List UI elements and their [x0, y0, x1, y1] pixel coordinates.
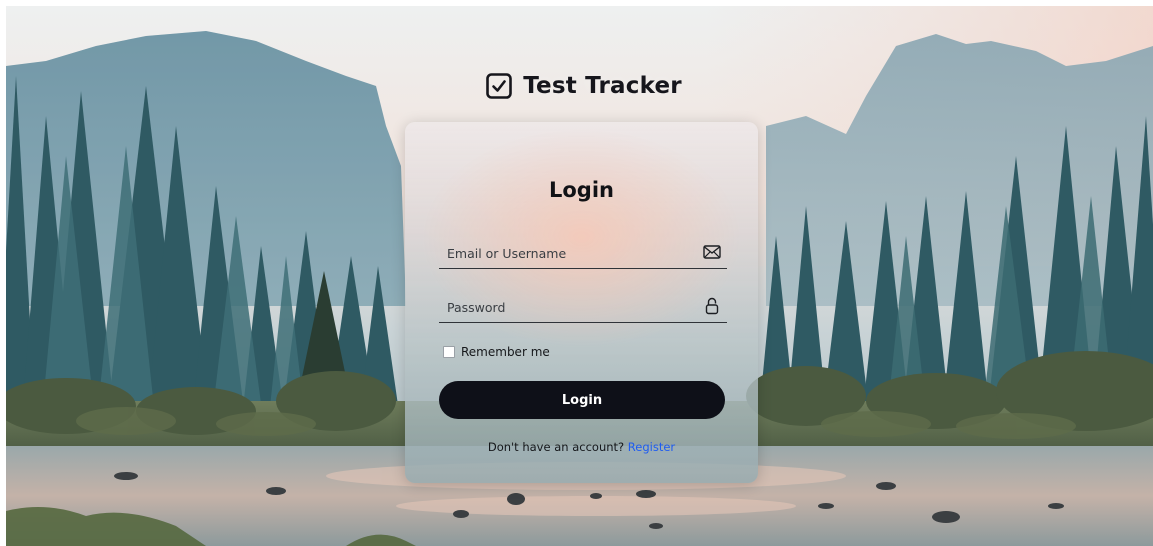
- brand-header: Test Tracker: [10, 72, 1153, 100]
- remember-me-label[interactable]: Remember me: [461, 345, 550, 359]
- login-title: Login: [549, 178, 614, 202]
- checkbox-check-icon: [485, 72, 513, 100]
- register-prompt-line: Don't have an account? Register: [405, 440, 758, 454]
- envelope-icon: [703, 243, 721, 261]
- login-page: Test Tracker Login Email or Username Rem…: [6, 6, 1153, 546]
- register-link[interactable]: Register: [628, 440, 675, 454]
- register-prompt-text: Don't have an account?: [487, 440, 625, 454]
- email-field: [439, 236, 727, 269]
- login-card: Login Remember me: [405, 122, 758, 483]
- lock-icon: [703, 297, 721, 315]
- login-button[interactable]: Login: [439, 381, 725, 419]
- brand-title: Test Tracker: [523, 73, 682, 99]
- remember-me-row: Remember me: [443, 345, 550, 359]
- email-input[interactable]: [445, 242, 689, 264]
- password-field: [439, 290, 727, 323]
- remember-me-checkbox[interactable]: [443, 346, 455, 358]
- password-input[interactable]: [445, 296, 689, 318]
